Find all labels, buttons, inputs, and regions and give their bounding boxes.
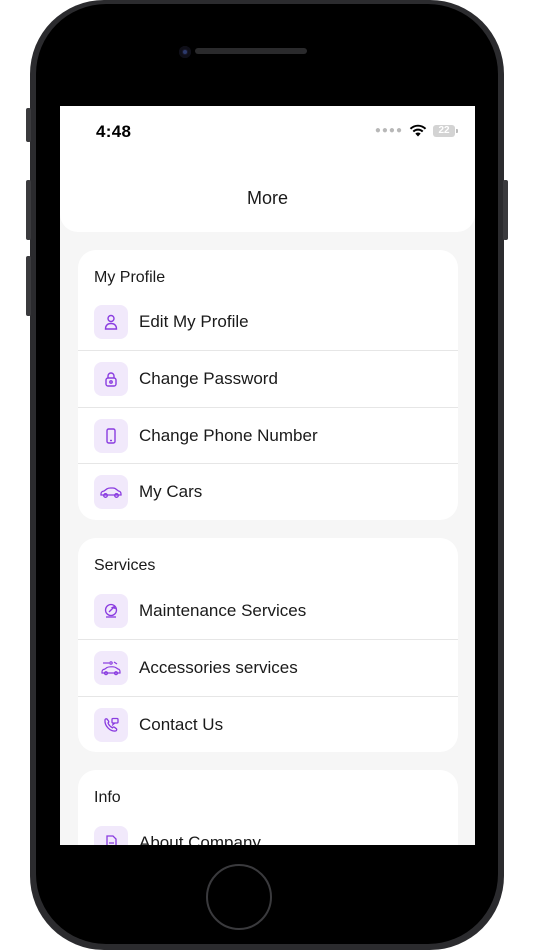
menu-item-label: Edit My Profile (139, 312, 249, 331)
page-title: More (246, 188, 288, 208)
menu-item-label: Change Phone Number (139, 426, 318, 445)
power-button (503, 180, 508, 240)
menu-item-label: Contact Us (139, 715, 224, 734)
section-title: Services (94, 557, 156, 574)
phone-icon (94, 419, 128, 453)
status-time: 4:48 (96, 122, 132, 141)
header: 4:48 ●●●● 22 More (60, 106, 475, 232)
section-my-profile: My Profile Edit My Profile Change Passwo… (78, 250, 458, 520)
app-screen: 4:48 ●●●● 22 More My Profile Edit My Pro… (60, 106, 475, 845)
menu-item-edit-profile[interactable]: Edit My Profile (78, 294, 458, 350)
battery-icon: 22 (433, 124, 458, 137)
lock-icon (94, 362, 128, 396)
section-info: Info About Company (78, 770, 458, 845)
home-button[interactable] (206, 864, 272, 930)
menu-item-about-company[interactable]: About Company (78, 815, 458, 845)
document-icon (94, 826, 128, 845)
menu-item-change-password[interactable]: Change Password (78, 351, 458, 407)
menu-item-label: Maintenance Services (139, 601, 307, 620)
phone-chat-icon (94, 708, 128, 742)
front-camera (179, 46, 191, 58)
silent-switch (26, 108, 31, 142)
menu-item-my-cars[interactable]: My Cars (78, 464, 458, 520)
person-icon (94, 305, 128, 339)
volume-down-button (26, 256, 31, 316)
section-title: Info (94, 789, 121, 806)
wifi-icon (409, 124, 427, 137)
earpiece-speaker (195, 48, 307, 54)
menu-item-change-phone[interactable]: Change Phone Number (78, 408, 458, 464)
signal-icon: ●●●● (374, 125, 403, 136)
menu-item-label: Accessories services (139, 658, 298, 677)
status-indicators: ●●●● 22 (374, 124, 458, 137)
menu-item-accessories-services[interactable]: Accessories services (78, 640, 458, 696)
menu-item-label: Change Password (139, 369, 278, 388)
menu-item-contact-us[interactable]: Contact Us (78, 697, 458, 753)
section-services: Services Maintenance Services Accessorie… (78, 538, 458, 752)
section-title: My Profile (94, 269, 166, 286)
menu-item-label: About Company (139, 833, 261, 845)
wrench-icon (94, 594, 128, 628)
car-accessories-icon (94, 651, 128, 685)
menu-item-label: My Cars (139, 482, 203, 501)
car-icon (94, 475, 128, 509)
volume-up-button (26, 180, 31, 240)
menu-item-maintenance-services[interactable]: Maintenance Services (78, 583, 458, 639)
